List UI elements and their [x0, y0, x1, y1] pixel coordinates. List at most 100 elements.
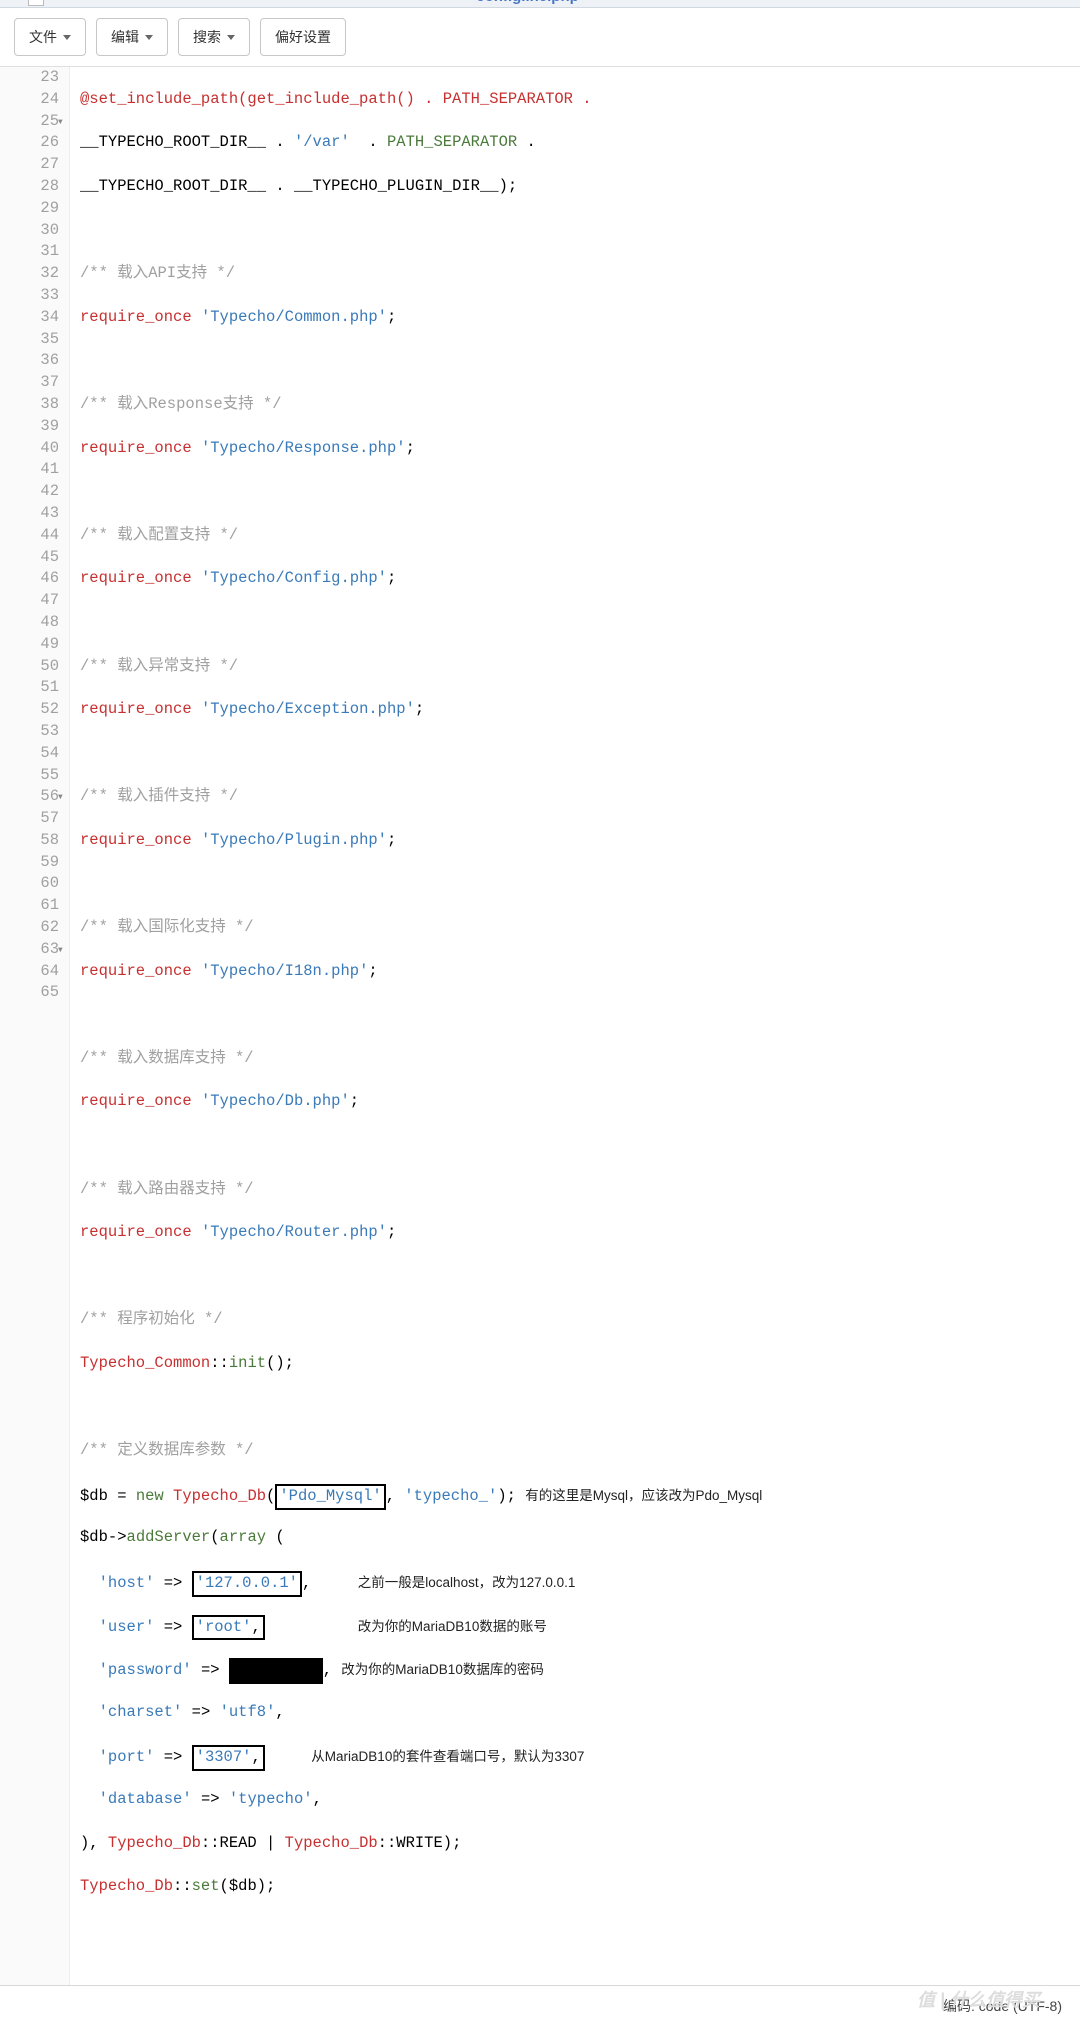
code-line: require_once 'Typecho/Router.php'; — [80, 1222, 1080, 1244]
chevron-down-icon — [63, 35, 71, 40]
line-number: 40 — [0, 438, 59, 460]
code-line: ), Typecho_Db::READ | Typecho_Db::WRITE)… — [80, 1833, 1080, 1855]
code-line: 'charset' => 'utf8', — [80, 1702, 1080, 1724]
line-number: 48 — [0, 612, 59, 634]
line-number: 41 — [0, 459, 59, 481]
code-line — [80, 1920, 1080, 1942]
line-number: 55 — [0, 765, 59, 787]
encoding-value[interactable]: code (UTF-8) — [979, 1998, 1062, 2014]
code-line — [80, 350, 1080, 372]
code-area[interactable]: @set_include_path(get_include_path() . P… — [70, 67, 1080, 1985]
line-number: 65 — [0, 982, 59, 1004]
code-line: $db->addServer(array ( — [80, 1527, 1080, 1549]
line-number: 26 — [0, 132, 59, 154]
line-number: 27 — [0, 154, 59, 176]
line-number: 29 — [0, 198, 59, 220]
line-number: 39 — [0, 416, 59, 438]
annotation-box: 'Pdo_Mysql' — [275, 1484, 385, 1510]
encoding-label: 编码: — [943, 1998, 975, 2014]
code-line: 'database' => 'typecho', — [80, 1789, 1080, 1811]
annotation-text: 改为你的MariaDB10数据库的密码 — [341, 1662, 544, 1677]
header-bar: config.inc.php × — [0, 0, 1080, 8]
search-menu-button[interactable]: 搜索 — [178, 18, 250, 56]
code-line: require_once 'Typecho/Response.php'; — [80, 438, 1080, 460]
line-number: 31 — [0, 241, 59, 263]
code-line: Typecho_Db::set($db); — [80, 1876, 1080, 1898]
code-line: /** 载入异常支持 */ — [80, 656, 1080, 678]
code-line: /** 载入API支持 */ — [80, 263, 1080, 285]
toolbar: 文件 编辑 搜索 偏好设置 — [0, 8, 1080, 67]
code-line: /** 程序初始化 */ — [80, 1309, 1080, 1331]
code-line — [80, 743, 1080, 765]
annotation-text: 有的这里是Mysql，应该改为Pdo_Mysql — [525, 1488, 762, 1503]
code-line: /** 载入插件支持 */ — [80, 786, 1080, 808]
code-line: require_once 'Typecho/Plugin.php'; — [80, 830, 1080, 852]
line-number: 42 — [0, 481, 59, 503]
redacted-box: 'R████ — [229, 1658, 323, 1684]
code-line — [80, 612, 1080, 634]
chevron-down-icon — [227, 35, 235, 40]
edit-indicator: × — [595, 0, 604, 5]
line-number: 45 — [0, 547, 59, 569]
line-number: 30 — [0, 220, 59, 242]
code-line: __TYPECHO_ROOT_DIR__ . '/var' . PATH_SEP… — [80, 132, 1080, 154]
line-number: 60 — [0, 873, 59, 895]
chevron-down-icon — [145, 35, 153, 40]
status-bar: 值 | 什么值得买 编码: code (UTF-8) — [0, 1985, 1080, 2026]
code-line: /** 定义数据库参数 */ — [80, 1440, 1080, 1462]
annotation-text: 之前一般是localhost，改为127.0.0.1 — [358, 1575, 576, 1590]
code-line: 'port' => '3307', 从MariaDB10的套件查看端口号，默认为… — [80, 1745, 1080, 1767]
line-number: 24 — [0, 89, 59, 111]
line-number: 46 — [0, 568, 59, 590]
code-line: /** 载入Response支持 */ — [80, 394, 1080, 416]
code-editor[interactable]: 2324252627282930313233343536373839404142… — [0, 67, 1080, 1985]
line-number: 54 — [0, 743, 59, 765]
code-line: Typecho_Common::init(); — [80, 1353, 1080, 1375]
code-line: require_once 'Typecho/I18n.php'; — [80, 961, 1080, 983]
code-line: 'host' => '127.0.0.1', 之前一般是localhost，改为… — [80, 1571, 1080, 1593]
code-line — [80, 1135, 1080, 1157]
line-number: 56 — [0, 786, 59, 808]
annotation-text: 从MariaDB10的套件查看端口号，默认为3307 — [311, 1749, 584, 1764]
code-line — [80, 1266, 1080, 1288]
annotation-box: '127.0.0.1' — [192, 1571, 302, 1597]
line-number: 47 — [0, 590, 59, 612]
line-number: 44 — [0, 525, 59, 547]
line-number: 59 — [0, 852, 59, 874]
annotation-box: 'root', — [192, 1615, 265, 1641]
line-number: 52 — [0, 699, 59, 721]
code-line — [80, 873, 1080, 895]
line-number: 38 — [0, 394, 59, 416]
line-number: 43 — [0, 503, 59, 525]
code-line: 'password' => 'R████, 改为你的MariaDB10数据库的密… — [80, 1658, 1080, 1680]
code-line: /** 载入路由器支持 */ — [80, 1179, 1080, 1201]
line-number: 57 — [0, 808, 59, 830]
edit-menu-button[interactable]: 编辑 — [96, 18, 168, 56]
code-line: /** 载入数据库支持 */ — [80, 1048, 1080, 1070]
line-number: 23 — [0, 67, 59, 89]
line-number: 32 — [0, 263, 59, 285]
line-number: 25 — [0, 111, 59, 133]
file-menu-button[interactable]: 文件 — [14, 18, 86, 56]
code-line: require_once 'Typecho/Common.php'; — [80, 307, 1080, 329]
code-line: require_once 'Typecho/Exception.php'; — [80, 699, 1080, 721]
code-line: 'user' => 'root', 改为你的MariaDB10数据的账号 — [80, 1615, 1080, 1637]
code-line: __TYPECHO_ROOT_DIR__ . __TYPECHO_PLUGIN_… — [80, 176, 1080, 198]
line-number: 51 — [0, 677, 59, 699]
line-number: 58 — [0, 830, 59, 852]
code-line: @set_include_path(get_include_path() . P… — [80, 89, 1080, 111]
code-line — [80, 220, 1080, 242]
filename: config.inc.php — [476, 0, 579, 5]
code-line: /** 载入国际化支持 */ — [80, 917, 1080, 939]
line-number: 34 — [0, 307, 59, 329]
line-number: 61 — [0, 895, 59, 917]
line-number: 35 — [0, 329, 59, 351]
code-line: require_once 'Typecho/Config.php'; — [80, 568, 1080, 590]
line-number: 63 — [0, 939, 59, 961]
line-number: 33 — [0, 285, 59, 307]
code-line — [80, 481, 1080, 503]
code-line — [80, 1004, 1080, 1026]
line-number: 49 — [0, 634, 59, 656]
code-line — [80, 1397, 1080, 1419]
preferences-button[interactable]: 偏好设置 — [260, 18, 346, 56]
